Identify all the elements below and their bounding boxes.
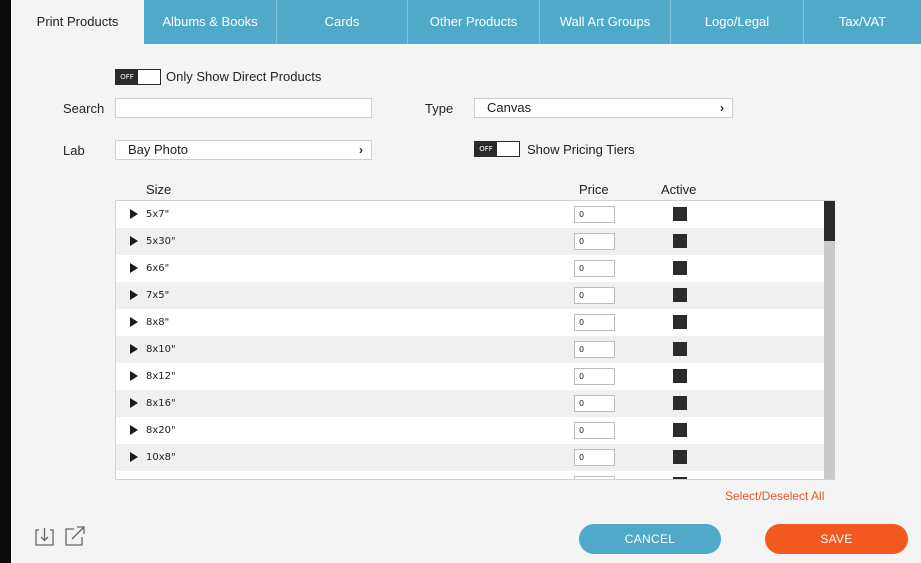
table-row: 10x8" 0	[116, 444, 824, 471]
search-input[interactable]	[115, 98, 372, 118]
price-input[interactable]: 0	[574, 341, 615, 358]
row-size: 10x8"	[146, 452, 176, 463]
lab-label: Lab	[63, 143, 85, 158]
pricing-tiers-toggle[interactable]: OFF	[474, 141, 520, 157]
expand-triangle-icon[interactable]	[130, 263, 138, 273]
active-checkbox[interactable]	[673, 396, 687, 410]
expand-triangle-icon[interactable]	[130, 344, 138, 354]
row-size: 8x16"	[146, 398, 176, 409]
price-input[interactable]: 0	[574, 206, 615, 223]
expand-triangle-icon[interactable]	[130, 479, 138, 480]
type-select-value: Canvas	[487, 100, 532, 115]
active-checkbox[interactable]	[673, 261, 687, 275]
lab-select-value: Bay Photo	[128, 142, 188, 157]
table-row: 6x6" 0	[116, 255, 824, 282]
tab-bar: Print Products Albums & Books Cards Othe…	[11, 0, 921, 44]
table-scrollbar[interactable]	[824, 201, 835, 479]
chevron-right-icon: ›	[720, 101, 724, 115]
active-checkbox[interactable]	[673, 477, 687, 479]
price-input[interactable]: 0	[574, 287, 615, 304]
tab-tax-vat[interactable]: Tax/VAT	[804, 0, 921, 44]
active-checkbox[interactable]	[673, 342, 687, 356]
table-row: 10x10" 0	[116, 471, 824, 480]
row-size: 6x6"	[146, 263, 170, 274]
price-input[interactable]: 0	[574, 260, 615, 277]
direct-products-toggle[interactable]: OFF	[115, 69, 161, 85]
active-checkbox[interactable]	[673, 423, 687, 437]
table-row: 8x20" 0	[116, 417, 824, 444]
expand-triangle-icon[interactable]	[130, 398, 138, 408]
row-size: 8x12"	[146, 371, 176, 382]
row-size: 5x7"	[146, 209, 170, 220]
price-input[interactable]: 0	[574, 395, 615, 412]
toggle-state: OFF	[475, 142, 497, 156]
row-size: 7x5"	[146, 290, 170, 301]
toggle-state: OFF	[116, 70, 138, 84]
pricing-tiers-label: Show Pricing Tiers	[527, 142, 635, 157]
tab-cards[interactable]: Cards	[277, 0, 408, 44]
scrollbar-thumb[interactable]	[824, 201, 835, 241]
price-input[interactable]: 0	[574, 449, 615, 466]
active-checkbox[interactable]	[673, 234, 687, 248]
table-row: 8x12" 0	[116, 363, 824, 390]
table-row: 7x5" 0	[116, 282, 824, 309]
active-checkbox[interactable]	[673, 288, 687, 302]
column-header-size: Size	[146, 182, 172, 197]
active-checkbox[interactable]	[673, 450, 687, 464]
sizes-table: 5x7" 0 5x30" 0 6x6" 0 7x5" 0 8x8" 0 8x10" 0 8x12" 0 8x…	[115, 200, 835, 480]
tab-logo-legal[interactable]: Logo/Legal	[671, 0, 804, 44]
active-checkbox[interactable]	[673, 315, 687, 329]
select-deselect-all-link[interactable]: Select/Deselect All	[725, 489, 824, 503]
expand-triangle-icon[interactable]	[130, 209, 138, 219]
row-size: 8x8"	[146, 317, 170, 328]
tab-print-products[interactable]: Print Products	[11, 0, 144, 44]
column-header-price: Price	[579, 182, 609, 197]
tab-wall-art-groups[interactable]: Wall Art Groups	[540, 0, 671, 44]
row-size: 8x20"	[146, 425, 176, 436]
active-checkbox[interactable]	[673, 369, 687, 383]
chevron-right-icon: ›	[359, 143, 363, 157]
search-label: Search	[63, 101, 105, 116]
type-label: Type	[425, 101, 454, 116]
expand-triangle-icon[interactable]	[130, 236, 138, 246]
lab-select[interactable]: Bay Photo ›	[115, 140, 372, 160]
active-checkbox[interactable]	[673, 207, 687, 221]
external-link-icon[interactable]	[64, 525, 86, 547]
expand-triangle-icon[interactable]	[130, 290, 138, 300]
left-edge-bar	[0, 0, 11, 563]
table-row: 5x7" 0	[116, 201, 824, 228]
cancel-button[interactable]: CANCEL	[579, 524, 721, 554]
row-size: 5x30"	[146, 236, 176, 247]
table-row: 8x8" 0	[116, 309, 824, 336]
download-icon[interactable]	[35, 527, 54, 547]
save-button[interactable]: SAVE	[765, 524, 908, 554]
price-input[interactable]: 0	[574, 476, 615, 479]
table-row: 8x10" 0	[116, 336, 824, 363]
table-row: 8x16" 0	[116, 390, 824, 417]
tab-albums-books[interactable]: Albums & Books	[144, 0, 277, 44]
expand-triangle-icon[interactable]	[130, 425, 138, 435]
expand-triangle-icon[interactable]	[130, 452, 138, 462]
expand-triangle-icon[interactable]	[130, 317, 138, 327]
row-size: 8x10"	[146, 344, 176, 355]
price-input[interactable]: 0	[574, 368, 615, 385]
direct-products-label: Only Show Direct Products	[166, 69, 322, 84]
row-size: 10x10"	[146, 479, 182, 480]
tab-other-products[interactable]: Other Products	[408, 0, 540, 44]
price-input[interactable]: 0	[574, 422, 615, 439]
price-input[interactable]: 0	[574, 233, 615, 250]
expand-triangle-icon[interactable]	[130, 371, 138, 381]
table-row: 5x30" 0	[116, 228, 824, 255]
type-select[interactable]: Canvas ›	[474, 98, 733, 118]
column-header-active: Active	[661, 182, 697, 197]
price-input[interactable]: 0	[574, 314, 615, 331]
